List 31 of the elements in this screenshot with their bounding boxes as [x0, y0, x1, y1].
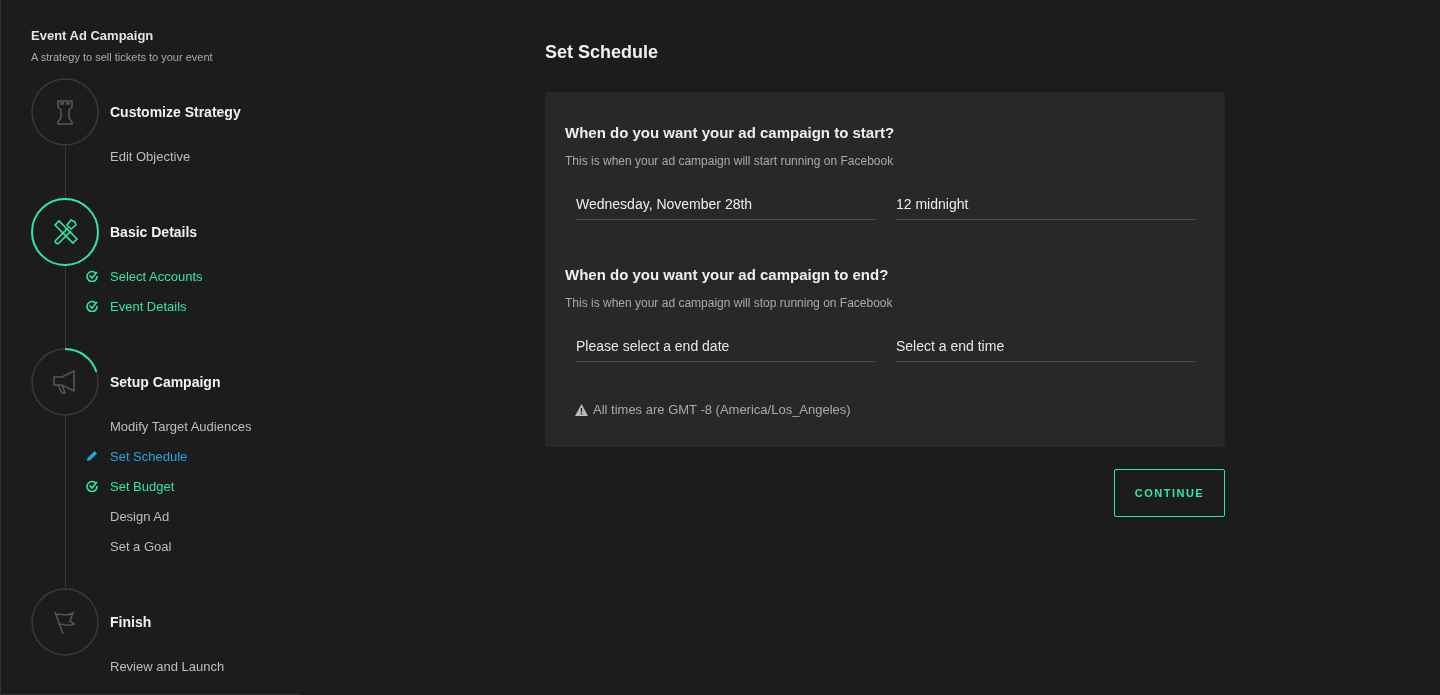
step-link[interactable]: Review and Launch: [110, 658, 225, 674]
date-field[interactable]: Please select a end date: [575, 332, 875, 362]
page-title: Set Schedule: [545, 42, 659, 62]
check-circle-icon: [86, 300, 98, 312]
warning-icon: [575, 403, 588, 416]
question: When do you want your ad campaign to end?: [565, 266, 889, 283]
continue-button[interactable]: CONTINUE: [1114, 469, 1225, 517]
step-link[interactable]: Design Ad: [110, 508, 170, 524]
step-link[interactable]: Modify Target Audiences: [110, 418, 252, 434]
step-link[interactable]: Set a Goal: [110, 538, 172, 554]
campaign-subtitle: A strategy to sell tickets to your event: [31, 51, 213, 63]
question: When do you want your ad campaign to start?: [565, 124, 895, 141]
hint-text: This is when your ad campaign will stop running on Facebook: [565, 296, 893, 310]
step-link[interactable]: Set Schedule: [110, 448, 188, 464]
step-title: Setup Campaign: [110, 374, 221, 390]
step-link[interactable]: Set Budget: [110, 478, 175, 494]
timezone-note: All times are GMT -8 (America/Los_Angeles): [593, 402, 851, 417]
step-link[interactable]: Event Details: [110, 298, 187, 314]
time-field[interactable]: Select a end time: [895, 332, 1195, 362]
pencil-icon: [86, 450, 98, 462]
hint-text: This is when your ad campaign will start running on Facebook: [565, 154, 894, 168]
check-circle-icon: [86, 480, 98, 492]
step-title: Customize Strategy: [110, 104, 241, 120]
step-title: Finish: [110, 614, 152, 630]
time-field[interactable]: 12 midnight: [895, 190, 1195, 220]
campaign-title: Event Ad Campaign: [31, 28, 154, 43]
step-link[interactable]: Select Accounts: [110, 268, 203, 284]
step-link[interactable]: Edit Objective: [110, 148, 191, 164]
date-field[interactable]: Wednesday, November 28th: [575, 190, 875, 220]
check-circle-icon: [86, 270, 98, 282]
step-title: Basic Details: [110, 224, 198, 240]
